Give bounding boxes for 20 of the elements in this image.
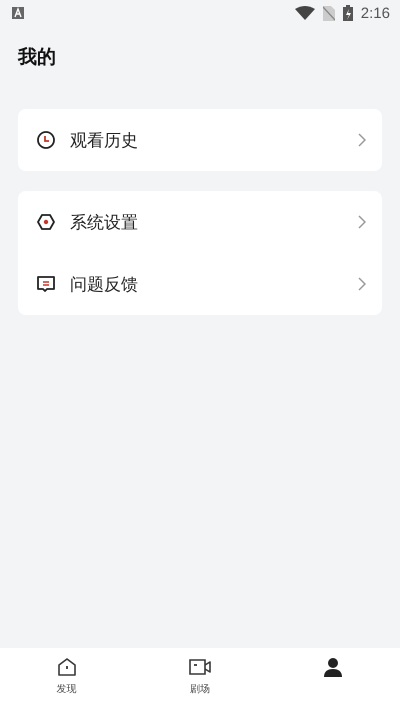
page-title: 我的 <box>18 45 56 70</box>
chevron-icon <box>358 215 366 229</box>
clock-time: 2:16 <box>360 4 390 22</box>
wifi-icon <box>294 6 315 20</box>
battery-icon <box>342 5 353 21</box>
nav-tab[interactable]: 剧场 <box>133 656 267 696</box>
person-icon <box>322 656 344 678</box>
home-icon <box>56 656 78 678</box>
nav-tab[interactable]: 发现 <box>0 656 134 696</box>
menu-item-label[interactable]: 系统设置 <box>70 210 138 234</box>
chevron-icon <box>358 277 366 291</box>
notification-icon <box>12 7 24 19</box>
video-camera-icon <box>188 656 212 678</box>
message-icon <box>36 274 56 294</box>
no-sim-icon <box>322 6 335 20</box>
chevron-icon <box>358 133 366 147</box>
menu-item-label[interactable]: 观看历史 <box>70 128 138 152</box>
clock-icon <box>36 130 56 150</box>
menu-item-label[interactable]: 问题反馈 <box>70 272 138 296</box>
hexagon-icon <box>36 212 56 232</box>
